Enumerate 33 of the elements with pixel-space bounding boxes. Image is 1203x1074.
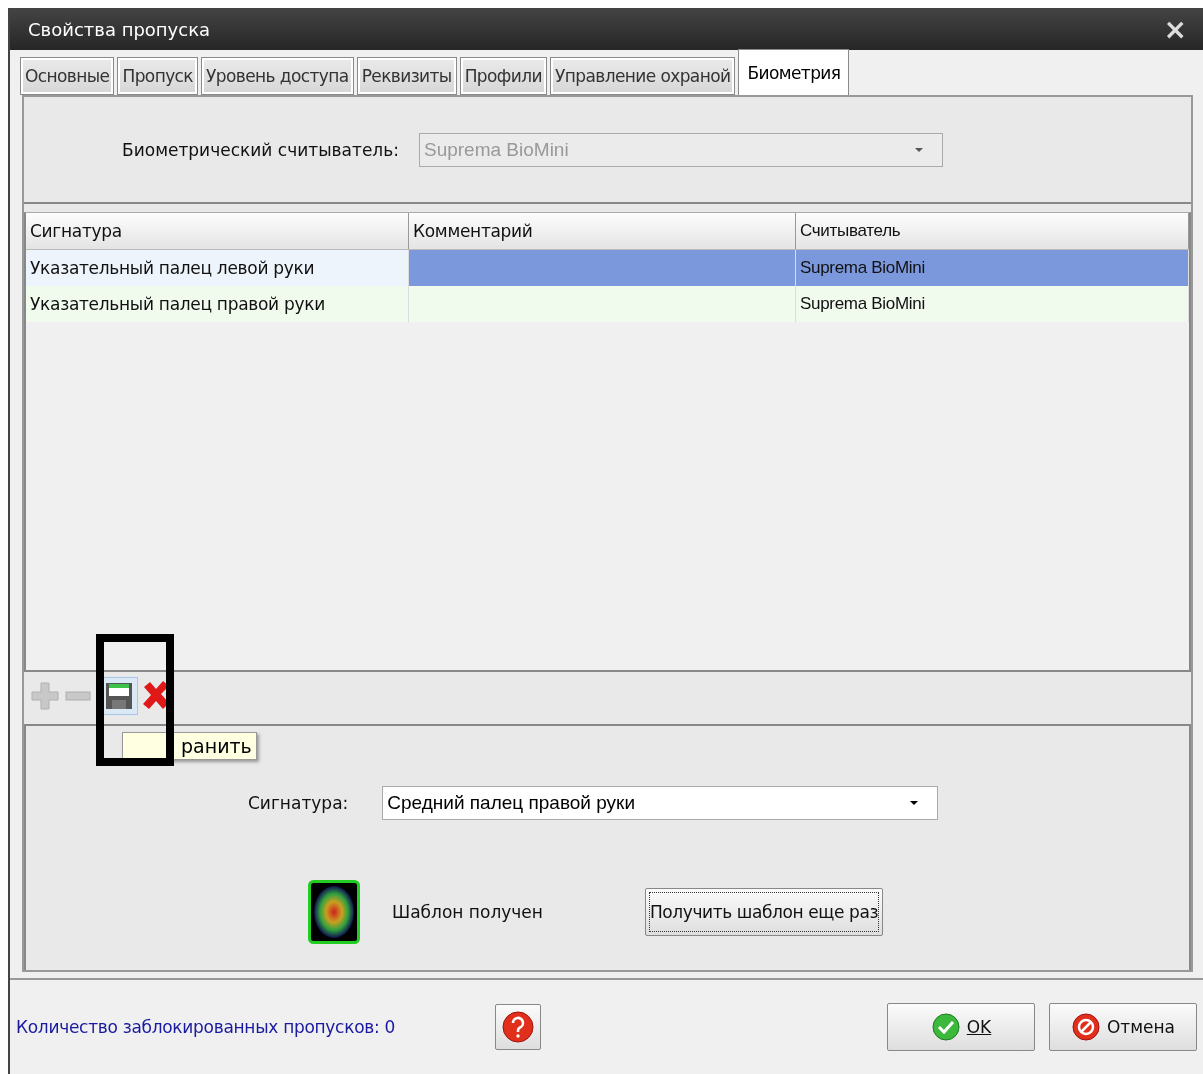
- tab[interactable]: Пропуск: [117, 57, 199, 95]
- table-cell: Указательный палец левой руки: [26, 250, 409, 286]
- tab[interactable]: Профили: [459, 57, 547, 95]
- caret-icon: [913, 146, 924, 153]
- help-icon: [501, 1010, 535, 1044]
- fingerprint-icon: [308, 880, 360, 944]
- table-cell: Suprema BioMini: [796, 286, 1189, 322]
- reader-label: Биометрический считыватель:: [122, 139, 399, 160]
- column-header[interactable]: Сигнатура: [26, 213, 409, 249]
- cancel-button[interactable]: Отмена: [1049, 1003, 1197, 1051]
- table-cell: Указательный палец правой руки: [26, 286, 409, 322]
- column-header[interactable]: Считыватель: [796, 213, 1189, 249]
- tab[interactable]: Управление охраной: [549, 57, 736, 95]
- tab[interactable]: Биометрия: [738, 49, 850, 95]
- column-header[interactable]: Комментарий: [409, 213, 796, 249]
- blocked-count: Количество заблокированных пропусков: 0: [16, 1017, 395, 1037]
- template-status: Шаблон получен: [392, 902, 543, 922]
- ok-button[interactable]: OK: [887, 1003, 1035, 1051]
- checkmark-icon: [930, 1012, 961, 1042]
- caret-icon: [909, 800, 920, 806]
- retry-template-button[interactable]: Получить шаблон еще раз: [644, 888, 884, 936]
- signature-dropdown[interactable]: Средний палец правой руки: [382, 786, 939, 820]
- tab[interactable]: Основные: [20, 57, 115, 95]
- window-title: Свойства пропуска: [28, 18, 211, 40]
- prohibition-icon: [1070, 1012, 1101, 1042]
- signature-label: Сигнатура:: [248, 793, 349, 813]
- tooltip: ранить: [122, 732, 257, 760]
- table-row[interactable]: Указательный палец левой руки Suprema BioMini: [26, 250, 1189, 286]
- help-button[interactable]: [495, 1004, 541, 1050]
- tab[interactable]: Реквизиты: [356, 57, 457, 95]
- table-row[interactable]: Указательный палец правой руки Suprema BioMini: [26, 286, 1189, 322]
- tab[interactable]: Уровень доступа: [201, 57, 354, 95]
- close-button[interactable]: ×: [1157, 12, 1193, 46]
